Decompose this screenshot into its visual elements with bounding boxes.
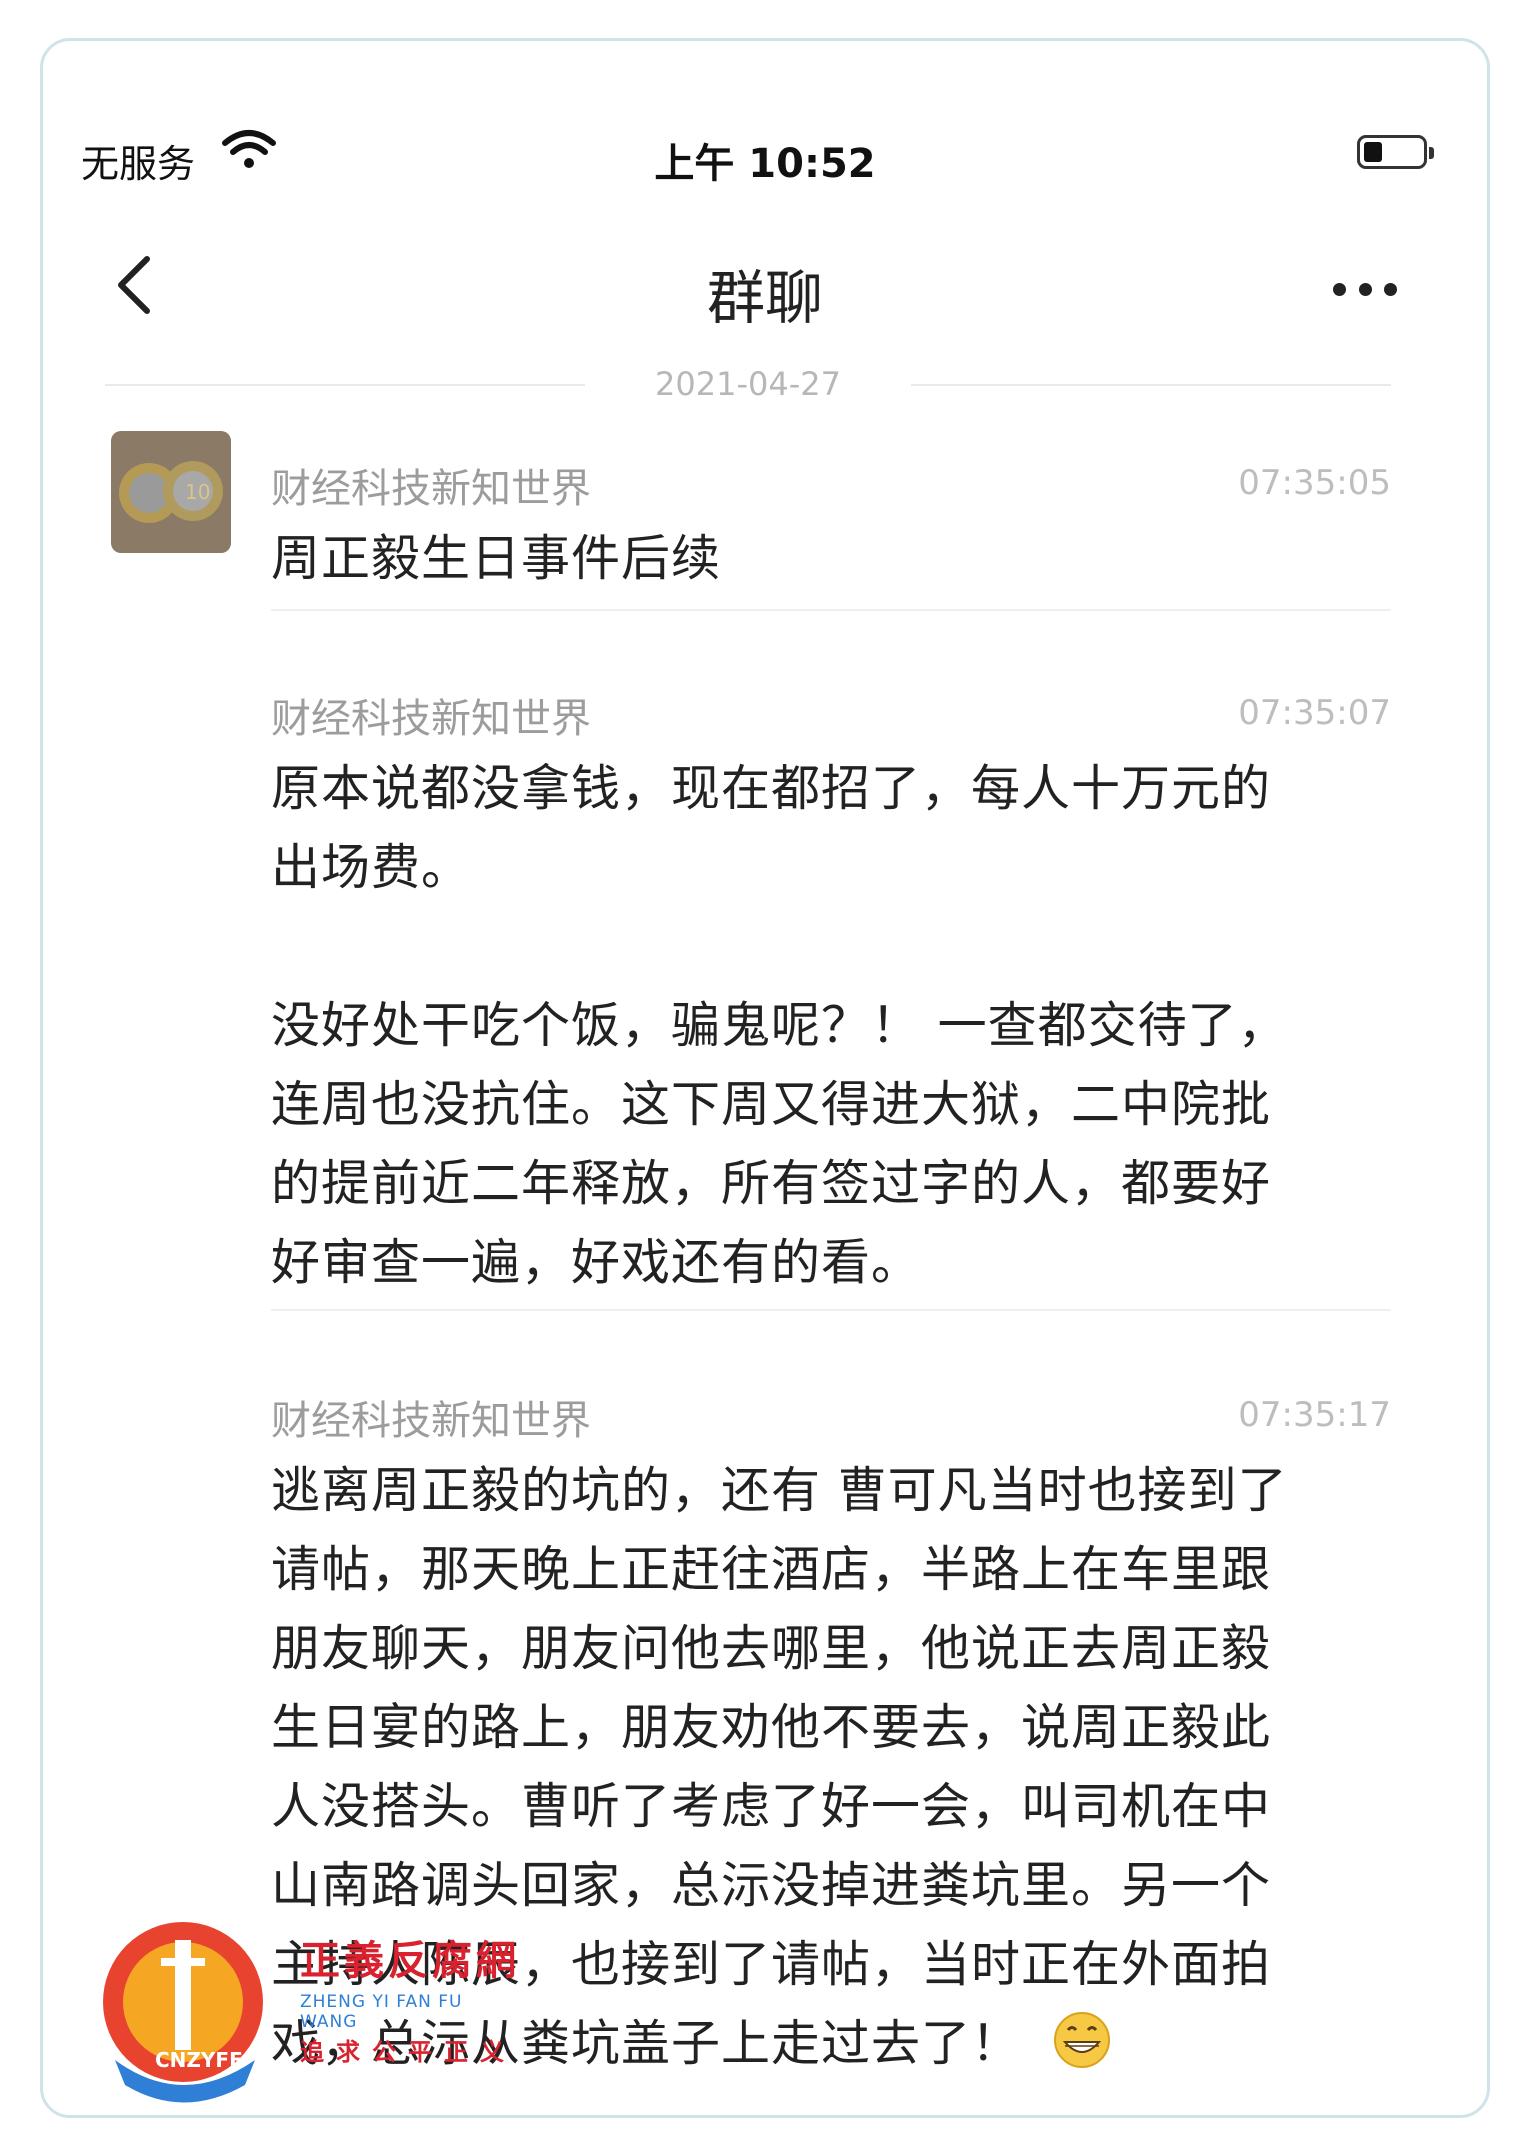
message-line-blank: [271, 907, 1391, 986]
message-line: 没好处干吃个饭，骗鬼呢？！ 一查都交待了，: [271, 997, 1288, 1054]
chat-message: 财经科技新知世界 07:35:05 周正毅生日事件后续: [271, 459, 1391, 598]
watermark-english: ZHENG YI FAN FU WANG: [300, 1992, 463, 2032]
watermark-subtitle: 追求公平正义: [300, 2038, 516, 2066]
message-time: 07:35:05: [1238, 463, 1391, 503]
watermark-logo-icon: [103, 1922, 263, 2103]
message-divider: [271, 609, 1391, 611]
message-line: 朋友聊天，朋友问他去哪里，他说正去周正毅: [271, 1620, 1272, 1677]
message-line: 的提前近二年释放，所有签过字的人，都要好: [271, 1155, 1272, 1212]
battery-icon: [1357, 135, 1434, 169]
date-divider: 2021-04-27: [105, 361, 1391, 407]
message-divider: [271, 1309, 1391, 1311]
sender-name: 财经科技新知世界: [271, 466, 591, 512]
sender-avatar[interactable]: 10: [111, 431, 231, 553]
message-text: 周正毅生日事件后续: [271, 530, 722, 587]
phone-screen: 无服务 上午 10:52 群聊 2021-04-27 10 财经科技新知世界 0…: [40, 38, 1490, 2118]
message-text: 原本说都没拿钱，现在都招了，每人十万元的 出场费。 没好处干吃个饭，骗鬼呢？！ …: [271, 749, 1391, 1302]
grinning-face-emoji-icon: [1053, 2012, 1110, 2068]
watermark-logo-text: CNZYFF: [155, 2048, 243, 2072]
watermark: CNZYFF 正義反腐網 ZHENG YI FAN FU WANG 追求公平正义: [95, 1910, 525, 2110]
message-time: 07:35:07: [1238, 693, 1391, 733]
message-line: 生日宴的路上，朋友劝他不要去，说周正毅此: [271, 1699, 1272, 1756]
message-line: 原本说都没拿钱，现在都招了，每人十万元的: [271, 760, 1272, 817]
sender-name: 财经科技新知世界: [271, 696, 591, 742]
message-line: 好审查一遍，好戏还有的看。: [271, 1234, 922, 1291]
watermark-title: 正義反腐網: [300, 1937, 520, 1984]
message-line: 人没搭头。曹听了考虑了好一会，叫司机在中: [271, 1778, 1272, 1835]
message-time: 07:35:17: [1238, 1395, 1391, 1435]
more-options-icon[interactable]: [1333, 283, 1397, 297]
message-line: 出场费。: [271, 839, 472, 896]
message-line: 逃离周正毅的坑的，还有 曹可凡当时也接到了: [271, 1462, 1288, 1519]
sender-name: 财经科技新知世界: [271, 1398, 591, 1444]
page-title: 群聊: [706, 264, 823, 332]
svg-text:10: 10: [185, 480, 210, 504]
message-line: 连周也没抗住。这下周又得进大狱，二中院批: [271, 1076, 1272, 1133]
status-time: 上午 10:52: [654, 141, 876, 187]
coins-avatar-image: 10: [111, 431, 231, 553]
message-line: 请帖，那天晚上正赶往酒店，半路上在车里跟: [271, 1541, 1272, 1598]
nav-bar: 群聊: [43, 241, 1487, 332]
chat-message: 财经科技新知世界 07:35:07 原本说都没拿钱，现在都招了，每人十万元的 出…: [271, 689, 1391, 1302]
status-bar: 无服务 上午 10:52: [43, 121, 1487, 191]
